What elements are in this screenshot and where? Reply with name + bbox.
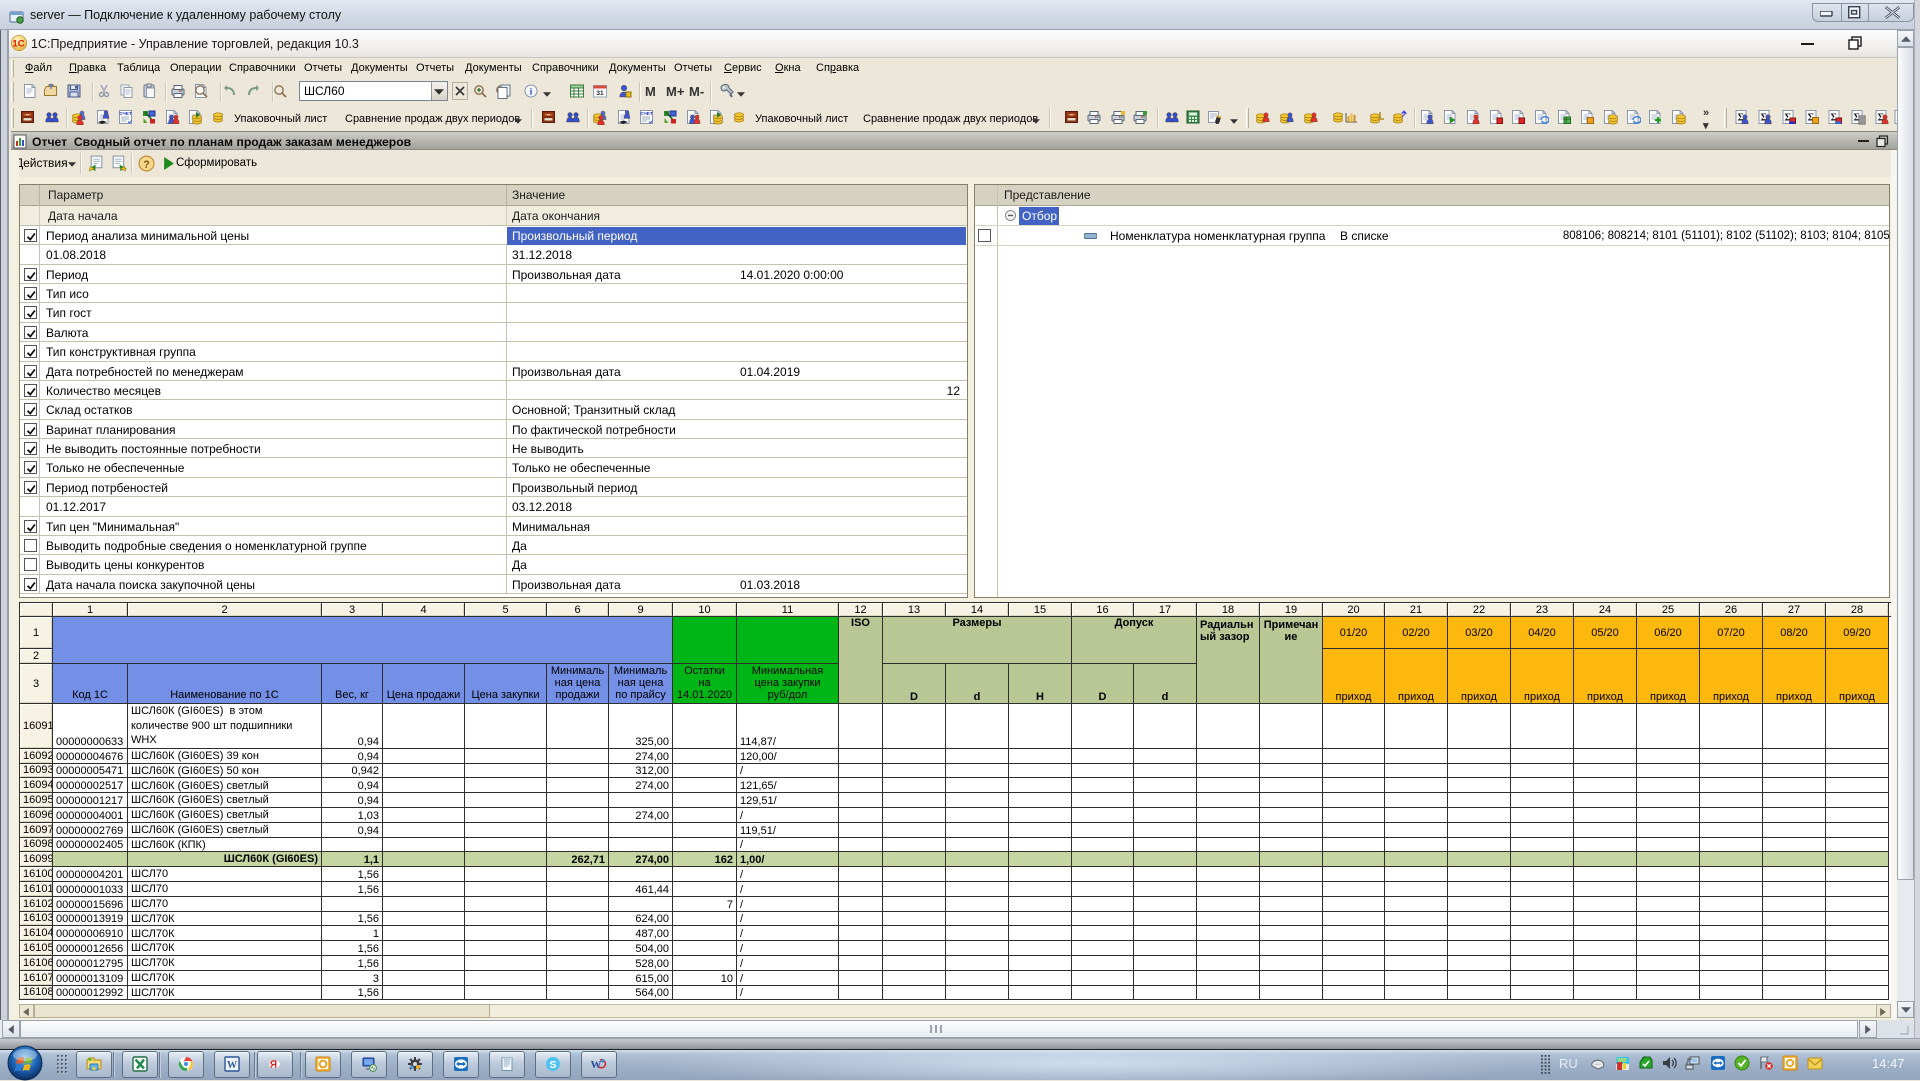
svg-text:W: W [227, 1060, 237, 1071]
svg-text:WW: WW [1617, 1058, 1627, 1064]
svg-text:СЧЕТ: СЧЕТ [640, 111, 652, 116]
svg-text:СЧЕТ: СЧЕТ [119, 111, 131, 116]
svg-text:1С: 1С [12, 39, 24, 50]
svg-text:?: ? [143, 159, 149, 171]
svg-text:Я: Я [270, 1060, 277, 1071]
svg-text:31: 31 [596, 90, 604, 97]
svg-text:S: S [549, 1059, 556, 1071]
svg-text:W: W [591, 1059, 602, 1071]
